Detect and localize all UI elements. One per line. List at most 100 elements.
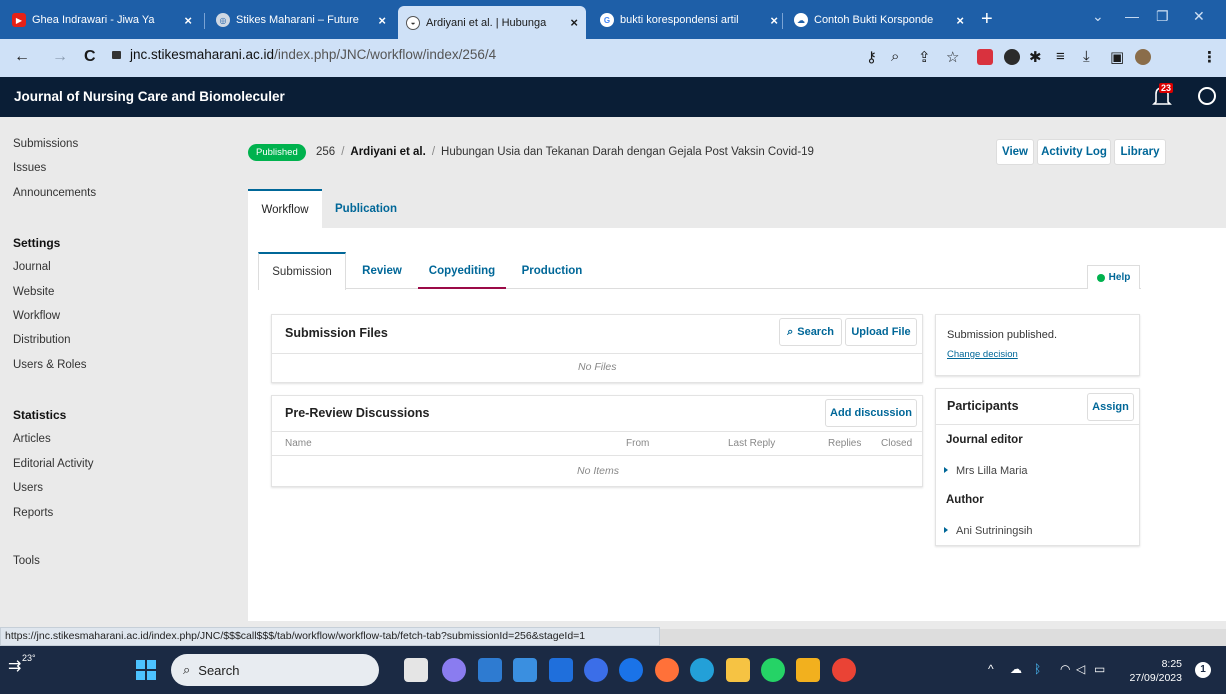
decision-card [935, 314, 1140, 376]
browser-tab[interactable]: ◎ Stikes Maharani – Future × [208, 8, 394, 32]
search-files-button[interactable]: ⌕ Search [779, 318, 842, 346]
minimize-button[interactable]: — [1125, 8, 1139, 24]
view-button[interactable]: View [996, 139, 1034, 165]
tab-production[interactable]: Production [510, 252, 594, 289]
tab-copyediting[interactable]: Copyediting [418, 252, 506, 289]
whatsapp-icon[interactable] [761, 658, 785, 682]
tab-submission[interactable]: Submission [258, 252, 346, 290]
participants-title: Participants [947, 399, 1019, 413]
add-discussion-button[interactable]: Add discussion [825, 399, 917, 427]
close-window-button[interactable]: ✕ [1193, 8, 1205, 25]
key-icon[interactable]: ⚷ [866, 48, 877, 66]
tab-workflow[interactable]: Workflow [248, 189, 322, 228]
browser-tab[interactable]: G bukti korespondensi artil × [592, 8, 786, 32]
close-tab-icon[interactable]: × [570, 15, 578, 30]
forward-button[interactable]: → [52, 48, 68, 66]
notification-center-icon[interactable]: 1 [1195, 662, 1211, 678]
sidebar-item-users[interactable]: Users [13, 482, 43, 494]
puzzle-icon[interactable]: ✱ [1029, 48, 1042, 66]
upload-file-button[interactable]: Upload File [845, 318, 917, 346]
extension-icon[interactable] [977, 49, 993, 65]
dropbox-icon[interactable] [549, 658, 573, 682]
sidebar-item-tools[interactable]: Tools [13, 555, 40, 567]
journal-name[interactable]: Journal of Nursing Care and Biomoleculer [14, 89, 285, 104]
task-view-icon[interactable] [404, 658, 428, 682]
weather-icon[interactable]: ⇉ [8, 656, 21, 676]
google-icon: G [600, 13, 614, 27]
reading-list-icon[interactable]: ≡ [1056, 48, 1065, 65]
show-hidden-icons[interactable]: ^ [988, 662, 994, 676]
status-badge: Published [248, 144, 306, 161]
sidebar-item-issues[interactable]: Issues [13, 162, 46, 174]
sidebar-item-distribution[interactable]: Distribution [13, 334, 71, 346]
bluetooth-icon[interactable]: ᛒ [1034, 662, 1041, 676]
sidebar-item-announcements[interactable]: Announcements [13, 187, 96, 199]
chrome-icon[interactable] [832, 658, 856, 682]
zoom-icon[interactable]: ⌕ [891, 48, 899, 65]
no-items-text: No Items [577, 465, 620, 477]
browser-tab-title: Ghea Indrawari - Jiwa Ya [32, 14, 155, 26]
activity-log-button[interactable]: Activity Log [1037, 139, 1111, 165]
url-field[interactable]: jnc.stikesmaharani.ac.id/index.php/JNC/w… [112, 47, 496, 62]
sidebar-item-reports[interactable]: Reports [13, 507, 53, 519]
browser-tab[interactable]: ▶ Ghea Indrawari - Jiwa Ya × [4, 8, 200, 32]
participant-item[interactable]: Ani Sutriningsih [944, 525, 1032, 537]
back-button[interactable]: ← [14, 48, 30, 66]
browser-tab-active[interactable]: ◒ Ardiyani et al. | Hubunga × [398, 6, 586, 39]
tab-publication[interactable]: Publication [326, 189, 406, 228]
sidebar-item-articles[interactable]: Articles [13, 433, 51, 445]
share-icon[interactable]: ⇪ [918, 48, 931, 66]
library-button[interactable]: Library [1114, 139, 1166, 165]
profile-avatar[interactable] [1135, 49, 1151, 65]
search-icon: ⌕ [787, 325, 794, 338]
tab-search-icon[interactable]: ⌄ [1092, 8, 1104, 25]
edge-icon[interactable] [690, 658, 714, 682]
sidebar-heading-statistics: Statistics [13, 408, 67, 422]
download-icon[interactable]: ⤓ [1083, 48, 1090, 65]
help-app-icon[interactable] [619, 658, 643, 682]
user-profile-icon[interactable] [1198, 87, 1216, 105]
close-tab-icon[interactable]: × [378, 13, 386, 28]
sticky-notes-icon[interactable] [796, 658, 820, 682]
reload-button[interactable]: C [84, 48, 96, 66]
wifi-icon[interactable]: ◠ [1060, 662, 1070, 676]
sidebar-item-website[interactable]: Website [13, 286, 54, 298]
app-icon[interactable] [584, 658, 608, 682]
battery-icon[interactable]: ▭ [1094, 662, 1105, 676]
new-tab-button[interactable]: + [981, 9, 993, 29]
clock[interactable]: 8:25 27/09/2023 [1120, 657, 1182, 685]
camera-extension-icon[interactable] [1004, 49, 1020, 65]
divider [272, 455, 922, 456]
sidebar-item-journal[interactable]: Journal [13, 261, 51, 273]
sidebar-item-editorial-activity[interactable]: Editorial Activity [13, 458, 94, 470]
bookmark-star-icon[interactable]: ☆ [946, 48, 959, 66]
taskbar-search[interactable]: ⌕ Search [171, 654, 379, 686]
sidebar-item-submissions[interactable]: Submissions [13, 138, 78, 150]
app-icon[interactable] [478, 658, 502, 682]
file-explorer-icon[interactable] [726, 658, 750, 682]
restore-button[interactable]: ❐ [1156, 8, 1169, 25]
sidebar-item-workflow[interactable]: Workflow [13, 310, 60, 322]
browser-tab[interactable]: ☁ Contoh Bukti Korsponde × [786, 8, 972, 32]
volume-icon[interactable]: ◁ [1076, 662, 1085, 676]
tab-review[interactable]: Review [350, 252, 414, 289]
start-button[interactable] [136, 660, 156, 680]
close-tab-icon[interactable]: × [770, 13, 778, 28]
mail-icon[interactable] [513, 658, 537, 682]
sidebar-item-users-roles[interactable]: Users & Roles [13, 359, 87, 371]
firefox-icon[interactable] [655, 658, 679, 682]
onedrive-icon[interactable]: ☁ [1010, 662, 1022, 676]
participant-item[interactable]: Mrs Lilla Maria [944, 465, 1028, 477]
change-decision-link[interactable]: Change decision [947, 349, 1018, 360]
help-button[interactable]: Help [1087, 265, 1140, 289]
side-panel-icon[interactable]: ▣ [1110, 48, 1124, 66]
assign-button[interactable]: Assign [1087, 393, 1134, 421]
submission-id: 256 [316, 146, 336, 158]
taskbar-search-label: Search [198, 662, 240, 678]
close-tab-icon[interactable]: × [956, 13, 964, 28]
chat-icon[interactable] [442, 658, 466, 682]
menu-icon[interactable]: ⋮ [1202, 48, 1217, 66]
divider [272, 353, 922, 354]
close-tab-icon[interactable]: × [184, 13, 192, 28]
participant-group-author: Author [946, 494, 984, 506]
